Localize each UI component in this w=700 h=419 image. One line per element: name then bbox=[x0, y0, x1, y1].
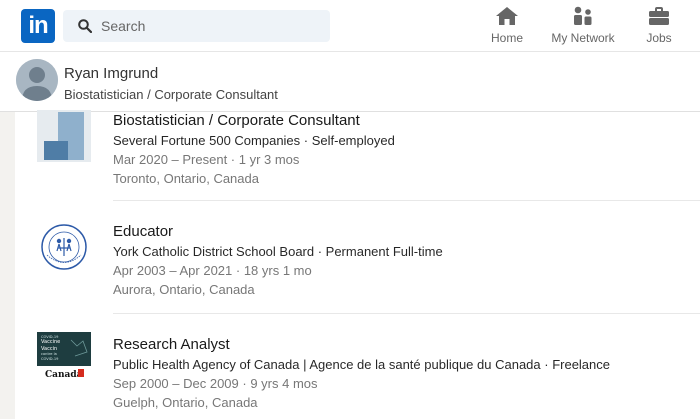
home-icon bbox=[496, 7, 518, 25]
experience-dates: Sep 2000 – Dec 2009 · 9 yrs 4 mos bbox=[113, 376, 318, 391]
linkedin-logo[interactable]: in bbox=[21, 9, 55, 43]
experience-company: Public Health Agency of Canada | Agence … bbox=[113, 357, 610, 372]
nav-my-network[interactable]: My Network bbox=[548, 6, 618, 48]
experience-company: Several Fortune 500 Companies · Self-emp… bbox=[113, 133, 395, 148]
nav-network-label: My Network bbox=[551, 31, 615, 45]
experience-location: Toronto, Ontario, Canada bbox=[113, 171, 259, 186]
person-placeholder-icon bbox=[16, 59, 58, 101]
school-board-logo bbox=[37, 220, 91, 274]
experience-title: Research Analyst bbox=[113, 336, 230, 353]
experience-dates: Apr 2003 – Apr 2021 · 18 yrs 1 mo bbox=[113, 263, 312, 278]
experience-company: York Catholic District School Board · Pe… bbox=[113, 244, 443, 259]
nav-jobs-label: Jobs bbox=[646, 31, 672, 45]
logo-text-contre: contre la bbox=[41, 352, 57, 356]
briefcase-icon bbox=[649, 7, 669, 25]
profile-name[interactable]: Ryan Imgrund bbox=[64, 65, 158, 82]
nav-home[interactable]: Home bbox=[488, 6, 526, 48]
logo-text-covid-fr: COVID-19 bbox=[41, 357, 59, 361]
experience-dates: Mar 2020 – Present · 1 yr 3 mos bbox=[113, 152, 300, 167]
experience-location: Guelph, Ontario, Canada bbox=[113, 395, 258, 410]
experience-title: Biostatistician / Corporate Consultant bbox=[113, 112, 360, 129]
avatar[interactable] bbox=[16, 59, 58, 101]
experience-section: Biostatistician / Corporate Consultant S… bbox=[15, 110, 700, 419]
experience-item[interactable]: Biostatistician / Corporate Consultant S… bbox=[15, 100, 700, 212]
experience-title: Educator bbox=[113, 223, 174, 240]
experience-item[interactable]: Educator York Catholic District School B… bbox=[15, 201, 700, 313]
search-input[interactable] bbox=[101, 18, 301, 34]
canada-wordmark: Canada bbox=[45, 370, 83, 380]
logo-text-vaccine: Vaccine bbox=[41, 339, 60, 345]
phac-logo: COVID-19 Vaccine Vaccin contre la COVID-… bbox=[37, 332, 91, 386]
search-icon bbox=[78, 19, 92, 33]
nav-jobs[interactable]: Jobs bbox=[640, 6, 678, 48]
experience-item[interactable]: COVID-19 Vaccine Vaccin contre la COVID-… bbox=[15, 314, 700, 419]
company-logo bbox=[37, 110, 91, 164]
top-nav-bar: in Home My Network Jobs bbox=[0, 0, 700, 52]
nav-home-label: Home bbox=[490, 31, 523, 45]
network-icon bbox=[574, 6, 592, 25]
experience-location: Aurora, Ontario, Canada bbox=[113, 282, 255, 297]
search-box[interactable] bbox=[63, 10, 330, 42]
